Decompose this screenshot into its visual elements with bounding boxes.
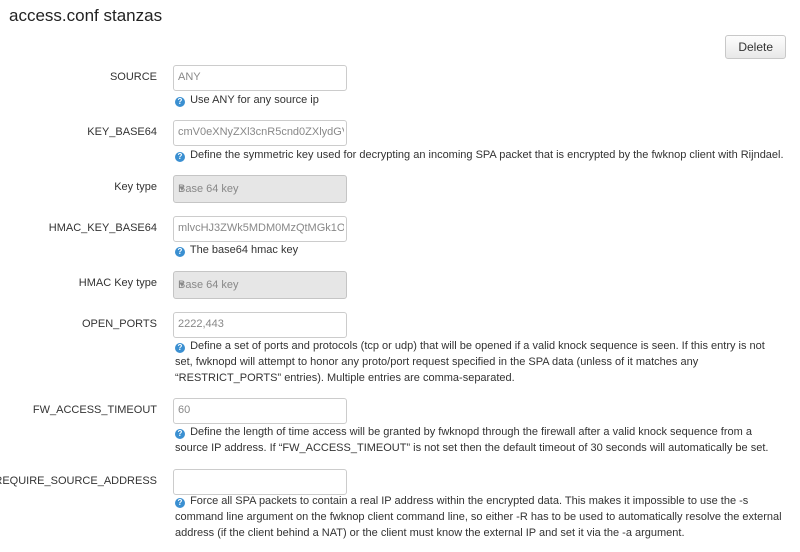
key-base64-help: ? Define the symmetric key used for decr… (175, 147, 785, 163)
key-type-select[interactable]: Base 64 key ▼ (173, 175, 347, 203)
hmac-key-base64-input[interactable]: mlvcHJ3ZWk5MDM0MzQtMGk1OT (173, 216, 347, 242)
source-value: ANY (178, 71, 201, 83)
key-base64-help-text: Define the symmetric key used for decryp… (190, 149, 784, 161)
fw-access-timeout-help-text: Define the length of time access will be… (175, 426, 769, 454)
require-source-address-help: ? Force all SPA packets to contain a rea… (175, 493, 785, 541)
help-icon: ? (175, 498, 185, 508)
fw-access-timeout-value: 60 (178, 404, 191, 416)
source-label: SOURCE (109, 71, 157, 83)
help-icon: ? (175, 97, 185, 107)
hmac-key-base64-label: HMAC_KEY_BASE64 (48, 222, 157, 234)
source-help: ? Use ANY for any source ip (175, 92, 785, 108)
key-base64-input[interactable]: cmV0eXNyZXl3cnR5cnd0ZXlydGV (173, 120, 347, 146)
help-icon: ? (175, 247, 185, 257)
key-base64-value: cmV0eXNyZXl3cnR5cnd0ZXlydGV (178, 126, 344, 138)
chevron-down-icon: ▼ (178, 280, 186, 289)
help-icon: ? (175, 343, 185, 353)
require-source-address-input[interactable] (173, 469, 347, 495)
source-input[interactable]: ANY (173, 65, 347, 91)
open-ports-help: ? Define a set of ports and protocols (t… (175, 338, 785, 386)
hmac-key-base64-value: mlvcHJ3ZWk5MDM0MzQtMGk1OT (178, 222, 344, 234)
source-help-text: Use ANY for any source ip (190, 94, 319, 106)
chevron-down-icon: ▼ (178, 184, 186, 193)
open-ports-help-text: Define a set of ports and protocols (tcp… (175, 340, 765, 384)
hmac-key-base64-help: ? The base64 hmac key (175, 242, 785, 258)
hmac-key-type-label: HMAC Key type (78, 277, 157, 289)
fw-access-timeout-help: ? Define the length of time access will … (175, 424, 785, 456)
hmac-key-type-select[interactable]: Base 64 key ▼ (173, 271, 347, 299)
require-source-address-label: REQUIRE_SOURCE_ADDRESS (0, 475, 157, 487)
key-base64-label: KEY_BASE64 (87, 126, 157, 138)
open-ports-label: OPEN_PORTS (82, 318, 157, 330)
help-icon: ? (175, 429, 185, 439)
hmac-key-base64-help-text: The base64 hmac key (189, 244, 299, 256)
help-icon: ? (175, 152, 185, 162)
page-title: access.conf stanzas (9, 6, 163, 25)
key-type-label: Key type (114, 181, 157, 193)
fw-access-timeout-label: FW_ACCESS_TIMEOUT (32, 404, 157, 416)
delete-button[interactable]: Delete (725, 35, 786, 59)
open-ports-value: 2222,443 (178, 318, 224, 330)
require-source-address-help-text: Force all SPA packets to contain a real … (175, 495, 782, 539)
open-ports-input[interactable]: 2222,443 (173, 312, 347, 338)
fw-access-timeout-input[interactable]: 60 (173, 398, 347, 424)
